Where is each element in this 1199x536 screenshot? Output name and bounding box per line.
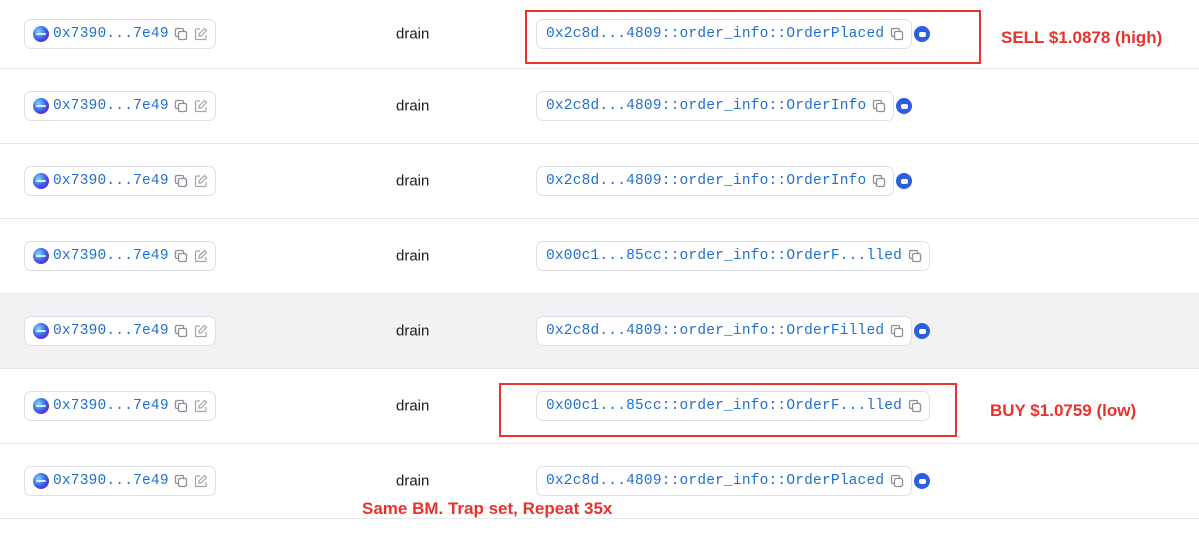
copy-icon[interactable] bbox=[173, 473, 189, 489]
function-name: drain bbox=[396, 247, 430, 265]
copy-icon[interactable] bbox=[871, 173, 887, 189]
event-type-chip[interactable]: 0x2c8d...4809::order_info::OrderInfo bbox=[536, 91, 895, 121]
edit-icon[interactable] bbox=[193, 248, 209, 264]
sui-token-icon bbox=[914, 473, 930, 489]
sui-token-icon bbox=[896, 98, 912, 114]
copy-icon[interactable] bbox=[173, 398, 189, 414]
events-table: 0x7390...7e49 drain 0x2c8d...4809::order… bbox=[0, 0, 1199, 519]
event-type[interactable]: 0x2c8d...4809::order_info::OrderFilled bbox=[546, 323, 884, 339]
address-avatar bbox=[33, 248, 49, 264]
sender-address[interactable]: 0x7390...7e49 bbox=[53, 398, 169, 414]
edit-icon[interactable] bbox=[193, 323, 209, 339]
function-name: drain bbox=[396, 322, 430, 340]
sell-highlight-box bbox=[525, 10, 981, 64]
event-type-chip[interactable]: 0x2c8d...4809::order_info::OrderFilled bbox=[536, 316, 913, 346]
edit-icon[interactable] bbox=[193, 173, 209, 189]
copy-icon[interactable] bbox=[889, 473, 905, 489]
sui-token-icon bbox=[914, 323, 930, 339]
buy-highlight-box bbox=[499, 383, 957, 437]
copy-icon[interactable] bbox=[871, 98, 887, 114]
function-name: drain bbox=[396, 472, 430, 490]
copy-icon[interactable] bbox=[173, 98, 189, 114]
edit-icon[interactable] bbox=[193, 26, 209, 42]
sender-address-chip[interactable]: 0x7390...7e49 bbox=[24, 391, 216, 421]
function-name: drain bbox=[396, 172, 430, 190]
event-type[interactable]: 0x2c8d...4809::order_info::OrderPlaced bbox=[546, 473, 884, 489]
sui-token-icon bbox=[896, 173, 912, 189]
address-avatar bbox=[33, 26, 49, 42]
event-type[interactable]: 0x2c8d...4809::order_info::OrderInfo bbox=[546, 98, 866, 114]
copy-icon[interactable] bbox=[173, 323, 189, 339]
edit-icon[interactable] bbox=[193, 473, 209, 489]
sender-address[interactable]: 0x7390...7e49 bbox=[53, 26, 169, 42]
address-avatar bbox=[33, 98, 49, 114]
edit-icon[interactable] bbox=[193, 98, 209, 114]
event-type-chip[interactable]: 0x00c1...85cc::order_info::OrderF...lled bbox=[536, 241, 931, 271]
buy-annotation: BUY $1.0759 (low) bbox=[990, 401, 1137, 420]
address-avatar bbox=[33, 173, 49, 189]
function-name: drain bbox=[396, 25, 430, 43]
table-row: 0x7390...7e49 drain 0x2c8d...4809::order… bbox=[0, 294, 1199, 369]
sender-address-chip[interactable]: 0x7390...7e49 bbox=[24, 91, 216, 121]
table-row: 0x7390...7e49 drain 0x2c8d...4809::order… bbox=[0, 69, 1199, 144]
event-type-chip[interactable]: 0x2c8d...4809::order_info::OrderInfo bbox=[536, 166, 895, 196]
function-name: drain bbox=[396, 397, 430, 415]
address-avatar bbox=[33, 473, 49, 489]
sender-address-chip[interactable]: 0x7390...7e49 bbox=[24, 19, 216, 49]
copy-icon[interactable] bbox=[907, 248, 923, 264]
sell-annotation: SELL $1.0878 (high) bbox=[1001, 28, 1163, 47]
sender-address[interactable]: 0x7390...7e49 bbox=[53, 473, 169, 489]
sender-address-chip[interactable]: 0x7390...7e49 bbox=[24, 466, 216, 496]
event-type[interactable]: 0x2c8d...4809::order_info::OrderInfo bbox=[546, 173, 866, 189]
table-row: 0x7390...7e49 drain 0x00c1...85cc::order… bbox=[0, 219, 1199, 294]
copy-icon[interactable] bbox=[173, 173, 189, 189]
copy-icon[interactable] bbox=[173, 26, 189, 42]
sender-address-chip[interactable]: 0x7390...7e49 bbox=[24, 316, 216, 346]
sender-address[interactable]: 0x7390...7e49 bbox=[53, 173, 169, 189]
copy-icon[interactable] bbox=[889, 323, 905, 339]
address-avatar bbox=[33, 323, 49, 339]
sender-address[interactable]: 0x7390...7e49 bbox=[53, 98, 169, 114]
sender-address-chip[interactable]: 0x7390...7e49 bbox=[24, 241, 216, 271]
address-avatar bbox=[33, 398, 49, 414]
copy-icon[interactable] bbox=[173, 248, 189, 264]
function-name: drain bbox=[396, 97, 430, 115]
event-type-chip[interactable]: 0x2c8d...4809::order_info::OrderPlaced bbox=[536, 466, 913, 496]
footer-annotation: Same BM. Trap set, Repeat 35x bbox=[362, 499, 613, 518]
table-row: 0x7390...7e49 drain 0x2c8d...4809::order… bbox=[0, 144, 1199, 219]
sender-address[interactable]: 0x7390...7e49 bbox=[53, 323, 169, 339]
event-type[interactable]: 0x00c1...85cc::order_info::OrderF...lled bbox=[546, 248, 902, 264]
sender-address-chip[interactable]: 0x7390...7e49 bbox=[24, 166, 216, 196]
edit-icon[interactable] bbox=[193, 398, 209, 414]
sender-address[interactable]: 0x7390...7e49 bbox=[53, 248, 169, 264]
